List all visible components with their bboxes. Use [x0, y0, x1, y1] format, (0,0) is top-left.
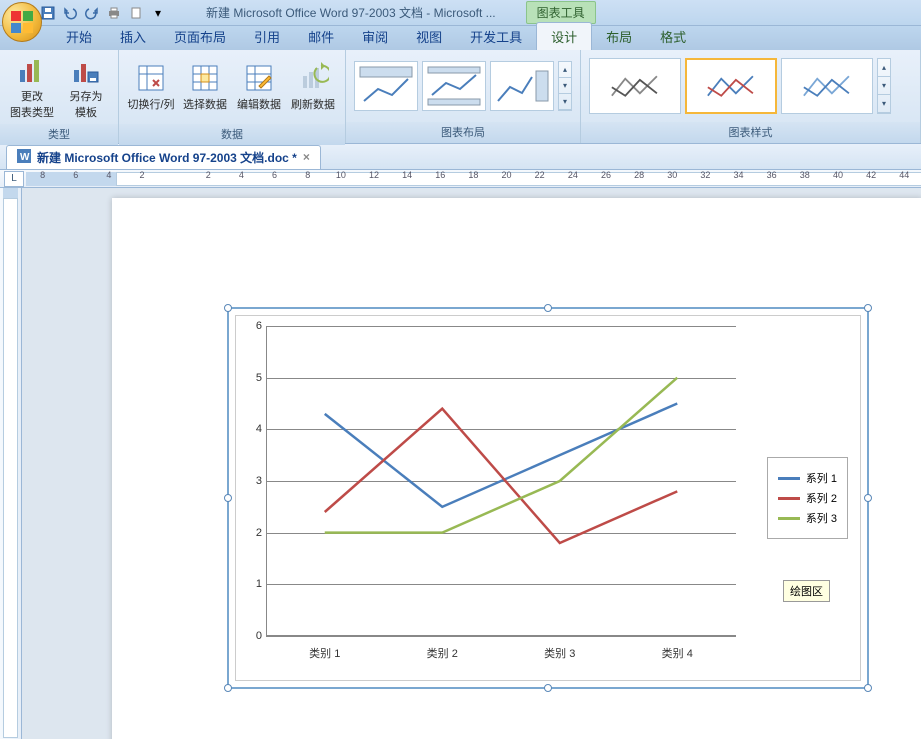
ribbon-tabs: 开始 插入 页面布局 引用 邮件 审阅 视图 开发工具 设计 布局 格式 — [0, 26, 921, 50]
svg-text:W: W — [20, 152, 30, 163]
resize-handle-br[interactable] — [864, 684, 872, 692]
tab-review[interactable]: 审阅 — [348, 23, 402, 50]
page-area[interactable]: 0123456 类别 1类别 2类别 3类别 4 系列 1系列 2系列 3 绘图… — [22, 188, 921, 739]
group-data-label: 数据 — [119, 124, 345, 145]
tab-developer[interactable]: 开发工具 — [456, 23, 536, 50]
group-chart-style-label: 图表样式 — [581, 122, 920, 143]
resize-handle-tm[interactable] — [544, 304, 552, 312]
style-gallery-scroll[interactable]: ▴▾▾ — [877, 58, 891, 114]
group-type-label: 类型 — [0, 124, 118, 145]
change-chart-type-button[interactable]: 更改 图表类型 — [8, 54, 56, 120]
refresh-data-button[interactable]: 刷新数据 — [289, 54, 337, 120]
refresh-data-label: 刷新数据 — [291, 96, 335, 112]
document-tab-label: 新建 Microsoft Office Word 97-2003 文档.doc … — [37, 149, 297, 166]
group-chart-layout-label: 图表布局 — [346, 122, 580, 143]
style-gallery-item-1[interactable] — [589, 58, 681, 114]
tab-page-layout[interactable]: 页面布局 — [160, 23, 240, 50]
style-gallery-item-3[interactable] — [781, 58, 873, 114]
x-axis: 类别 1类别 2类别 3类别 4 — [266, 645, 736, 661]
chart-lines — [266, 326, 736, 636]
group-type: 更改 图表类型 另存为 模板 类型 — [0, 50, 119, 143]
qat-dropdown-icon[interactable]: ▾ — [150, 5, 166, 21]
select-data-label: 选择数据 — [183, 96, 227, 112]
window-title: 新建 Microsoft Office Word 97-2003 文档 - Mi… — [206, 4, 496, 21]
resize-handle-bl[interactable] — [224, 684, 232, 692]
style-gallery-item-2[interactable] — [685, 58, 777, 114]
resize-handle-mr[interactable] — [864, 494, 872, 502]
switch-row-col-button[interactable]: 切换行/列 — [127, 54, 175, 120]
plot-area-tooltip: 绘图区 — [783, 580, 830, 602]
context-tab-title: 图表工具 — [526, 1, 596, 24]
edit-data-button[interactable]: 编辑数据 — [235, 54, 283, 120]
group-data: 切换行/列 选择数据 编辑数据 刷新数据 数据 — [119, 50, 346, 143]
y-axis: 0123456 — [246, 326, 264, 636]
edit-data-label: 编辑数据 — [237, 96, 281, 112]
group-chart-style: ▴▾▾ 图表样式 — [581, 50, 921, 143]
undo-icon[interactable] — [62, 5, 78, 21]
tab-selector[interactable]: L — [4, 171, 24, 187]
resize-handle-bm[interactable] — [544, 684, 552, 692]
horizontal-ruler[interactable]: L 86422468101214161820222426283032343638… — [0, 170, 921, 188]
tab-layout[interactable]: 布局 — [592, 23, 646, 50]
chart-area[interactable]: 0123456 类别 1类别 2类别 3类别 4 系列 1系列 2系列 3 绘图… — [235, 315, 861, 681]
page: 0123456 类别 1类别 2类别 3类别 4 系列 1系列 2系列 3 绘图… — [112, 198, 921, 739]
save-as-template-button[interactable]: 另存为 模板 — [62, 54, 110, 120]
group-chart-layout: ▴▾▾ 图表布局 — [346, 50, 581, 143]
resize-handle-ml[interactable] — [224, 494, 232, 502]
document-tab[interactable]: W 新建 Microsoft Office Word 97-2003 文档.do… — [6, 145, 321, 169]
document-tab-bar: W 新建 Microsoft Office Word 97-2003 文档.do… — [0, 144, 921, 170]
ribbon: 更改 图表类型 另存为 模板 类型 切换行/列 选择数据 编辑数据 — [0, 50, 921, 144]
redo-icon[interactable] — [84, 5, 100, 21]
plot-area[interactable]: 0123456 类别 1类别 2类别 3类别 4 — [266, 326, 736, 636]
tab-design[interactable]: 设计 — [536, 22, 592, 50]
word-doc-icon: W — [17, 149, 31, 166]
ruler-tick-labels: 8642246810121416182022242628303234363840… — [26, 170, 921, 180]
resize-handle-tl[interactable] — [224, 304, 232, 312]
tab-insert[interactable]: 插入 — [106, 23, 160, 50]
tab-home[interactable]: 开始 — [52, 23, 106, 50]
tab-format[interactable]: 格式 — [646, 23, 700, 50]
workspace: 0123456 类别 1类别 2类别 3类别 4 系列 1系列 2系列 3 绘图… — [0, 188, 921, 739]
save-icon[interactable] — [40, 5, 56, 21]
new-icon[interactable] — [128, 5, 144, 21]
layout-gallery-item-3[interactable] — [490, 61, 554, 111]
tab-mail[interactable]: 邮件 — [294, 23, 348, 50]
resize-handle-tr[interactable] — [864, 304, 872, 312]
layout-gallery-scroll[interactable]: ▴▾▾ — [558, 61, 572, 111]
layout-gallery-item-1[interactable] — [354, 61, 418, 111]
layout-gallery-item-2[interactable] — [422, 61, 486, 111]
tab-references[interactable]: 引用 — [240, 23, 294, 50]
change-chart-type-label: 更改 图表类型 — [10, 88, 54, 120]
quick-access-toolbar: ▾ — [40, 5, 166, 21]
chart-object[interactable]: 0123456 类别 1类别 2类别 3类别 4 系列 1系列 2系列 3 绘图… — [228, 308, 868, 688]
office-button[interactable] — [2, 2, 42, 42]
switch-row-col-label: 切换行/列 — [127, 96, 174, 112]
print-icon[interactable] — [106, 5, 122, 21]
close-tab-icon[interactable]: × — [303, 150, 310, 164]
save-as-template-label: 另存为 模板 — [70, 88, 103, 120]
vertical-ruler[interactable] — [0, 188, 22, 739]
tab-view[interactable]: 视图 — [402, 23, 456, 50]
select-data-button[interactable]: 选择数据 — [181, 54, 229, 120]
legend[interactable]: 系列 1系列 2系列 3 — [767, 457, 848, 539]
